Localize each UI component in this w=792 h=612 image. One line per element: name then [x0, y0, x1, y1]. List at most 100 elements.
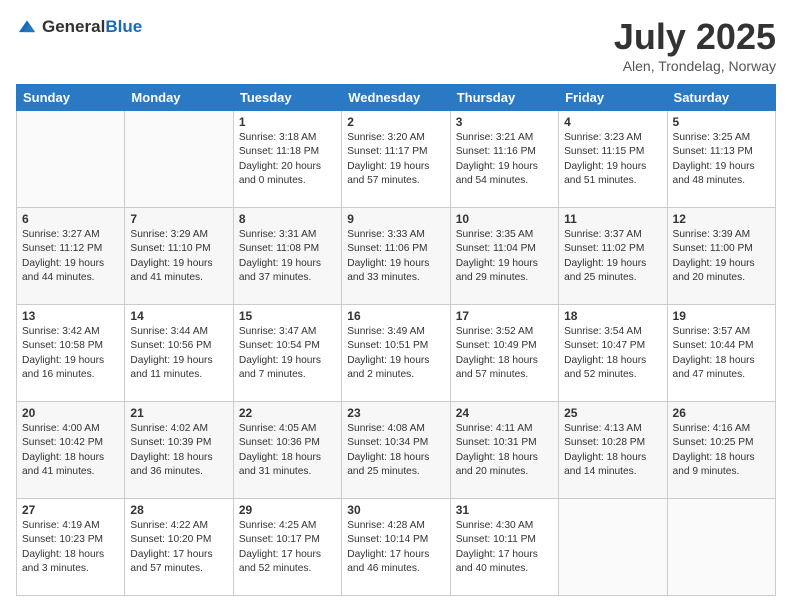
- calendar-header-row: Sunday Monday Tuesday Wednesday Thursday…: [17, 85, 776, 111]
- day-number: 1: [239, 115, 336, 129]
- calendar-cell: 5Sunrise: 3:25 AM Sunset: 11:13 PM Dayli…: [667, 111, 775, 208]
- calendar-week-3: 13 Sunrise: 3:42 AM Sunset: 10:58 PM Dayl…: [17, 305, 776, 402]
- day-number: 31: [456, 503, 553, 517]
- calendar-cell: [559, 499, 667, 596]
- day-info: Sunrise: 3:42 AM Sunset: 10:58 PM Daylig…: [22, 325, 119, 382]
- day-number: 12: [673, 212, 770, 226]
- header: GeneralBlue July 2025 Alen, Trondelag, N…: [16, 16, 776, 74]
- day-info: Sunrise: 4:25 AM Sunset: 10:17 PM Daylig…: [239, 519, 336, 576]
- calendar-cell: [667, 499, 775, 596]
- calendar-cell: 13 Sunrise: 3:42 AM Sunset: 10:58 PM Dayl…: [17, 305, 125, 402]
- day-info: Sunrise: 3:31 AM Sunset: 11:08 PM Daylig…: [239, 228, 336, 285]
- day-number: 18: [564, 309, 661, 323]
- day-info: Sunrise: 4:08 AM Sunset: 10:34 PM Daylig…: [347, 422, 444, 479]
- calendar-cell: 12 Sunrise: 3:39 AM Sunset: 11:00 PM Dayl…: [667, 208, 775, 305]
- calendar-cell: 10Sunrise: 3:35 AM Sunset: 11:04 PM Dayl…: [450, 208, 558, 305]
- calendar-cell: 14 Sunrise: 3:44 AM Sunset: 10:56 PM Dayl…: [125, 305, 233, 402]
- day-info: Sunrise: 4:11 AM Sunset: 10:31 PM Daylig…: [456, 422, 553, 479]
- calendar-week-2: 6 Sunrise: 3:27 AM Sunset: 11:12 PM Dayli…: [17, 208, 776, 305]
- day-info: Sunrise: 3:33 AM Sunset: 11:06 PM Daylig…: [347, 228, 444, 285]
- day-info: Sunrise: 4:22 AM Sunset: 10:20 PM Daylig…: [130, 519, 227, 576]
- day-info: Sunrise: 3:37 AM Sunset: 11:02 PM Daylig…: [564, 228, 661, 285]
- calendar-cell: 11 Sunrise: 3:37 AM Sunset: 11:02 PM Dayl…: [559, 208, 667, 305]
- day-info: Sunrise: 3:47 AM Sunset: 10:54 PM Daylig…: [239, 325, 336, 382]
- logo-general: General: [42, 17, 105, 36]
- calendar-cell: 2 Sunrise: 3:20 AM Sunset: 11:17 PM Dayli…: [342, 111, 450, 208]
- day-number: 3: [456, 115, 553, 129]
- day-number: 11: [564, 212, 661, 226]
- day-number: 23: [347, 406, 444, 420]
- day-number: 17: [456, 309, 553, 323]
- calendar-cell: 1 Sunrise: 3:18 AM Sunset: 11:18 PM Dayli…: [233, 111, 341, 208]
- day-info: Sunrise: 3:21 AM Sunset: 11:16 PM Daylig…: [456, 131, 553, 188]
- day-number: 9: [347, 212, 444, 226]
- day-info: Sunrise: 3:57 AM Sunset: 10:44 PM Daylig…: [673, 325, 770, 382]
- calendar-cell: 24Sunrise: 4:11 AM Sunset: 10:31 PM Dayl…: [450, 402, 558, 499]
- calendar-cell: 25Sunrise: 4:13 AM Sunset: 10:28 PM Dayl…: [559, 402, 667, 499]
- day-info: Sunrise: 3:39 AM Sunset: 11:00 PM Daylig…: [673, 228, 770, 285]
- day-number: 6: [22, 212, 119, 226]
- day-info: Sunrise: 4:19 AM Sunset: 10:23 PM Daylig…: [22, 519, 119, 576]
- calendar-cell: 31 Sunrise: 4:30 AM Sunset: 10:11 PM Dayl…: [450, 499, 558, 596]
- calendar-cell: 9 Sunrise: 3:33 AM Sunset: 11:06 PM Dayli…: [342, 208, 450, 305]
- day-number: 28: [130, 503, 227, 517]
- day-info: Sunrise: 3:27 AM Sunset: 11:12 PM Daylig…: [22, 228, 119, 285]
- col-monday: Monday: [125, 85, 233, 111]
- day-info: Sunrise: 4:30 AM Sunset: 10:11 PM Daylig…: [456, 519, 553, 576]
- calendar-week-4: 20Sunrise: 4:00 AM Sunset: 10:42 PM Dayl…: [17, 402, 776, 499]
- day-info: Sunrise: 3:20 AM Sunset: 11:17 PM Daylig…: [347, 131, 444, 188]
- calendar-cell: 6 Sunrise: 3:27 AM Sunset: 11:12 PM Dayli…: [17, 208, 125, 305]
- day-info: Sunrise: 3:18 AM Sunset: 11:18 PM Daylig…: [239, 131, 336, 188]
- calendar-cell: 8Sunrise: 3:31 AM Sunset: 11:08 PM Dayli…: [233, 208, 341, 305]
- day-number: 7: [130, 212, 227, 226]
- day-number: 26: [673, 406, 770, 420]
- calendar-cell: 30 Sunrise: 4:28 AM Sunset: 10:14 PM Dayl…: [342, 499, 450, 596]
- day-number: 2: [347, 115, 444, 129]
- main-title: July 2025: [614, 16, 776, 58]
- col-wednesday: Wednesday: [342, 85, 450, 111]
- calendar-cell: 21Sunrise: 4:02 AM Sunset: 10:39 PM Dayl…: [125, 402, 233, 499]
- day-info: Sunrise: 3:35 AM Sunset: 11:04 PM Daylig…: [456, 228, 553, 285]
- calendar-cell: 7 Sunrise: 3:29 AM Sunset: 11:10 PM Dayli…: [125, 208, 233, 305]
- calendar-cell: 15Sunrise: 3:47 AM Sunset: 10:54 PM Dayl…: [233, 305, 341, 402]
- day-info: Sunrise: 3:49 AM Sunset: 10:51 PM Daylig…: [347, 325, 444, 382]
- calendar-cell: 23 Sunrise: 4:08 AM Sunset: 10:34 PM Dayl…: [342, 402, 450, 499]
- calendar-week-1: 1 Sunrise: 3:18 AM Sunset: 11:18 PM Dayli…: [17, 111, 776, 208]
- col-saturday: Saturday: [667, 85, 775, 111]
- calendar-cell: 3 Sunrise: 3:21 AM Sunset: 11:16 PM Dayli…: [450, 111, 558, 208]
- day-info: Sunrise: 3:54 AM Sunset: 10:47 PM Daylig…: [564, 325, 661, 382]
- day-info: Sunrise: 3:44 AM Sunset: 10:56 PM Daylig…: [130, 325, 227, 382]
- calendar-cell: [125, 111, 233, 208]
- calendar-cell: 22Sunrise: 4:05 AM Sunset: 10:36 PM Dayl…: [233, 402, 341, 499]
- day-number: 20: [22, 406, 119, 420]
- calendar-cell: 26Sunrise: 4:16 AM Sunset: 10:25 PM Dayl…: [667, 402, 775, 499]
- calendar-week-5: 27Sunrise: 4:19 AM Sunset: 10:23 PM Dayl…: [17, 499, 776, 596]
- day-info: Sunrise: 3:29 AM Sunset: 11:10 PM Daylig…: [130, 228, 227, 285]
- day-number: 13: [22, 309, 119, 323]
- day-number: 4: [564, 115, 661, 129]
- day-info: Sunrise: 4:28 AM Sunset: 10:14 PM Daylig…: [347, 519, 444, 576]
- col-thursday: Thursday: [450, 85, 558, 111]
- col-sunday: Sunday: [17, 85, 125, 111]
- calendar-cell: 18 Sunrise: 3:54 AM Sunset: 10:47 PM Dayl…: [559, 305, 667, 402]
- logo-icon: [16, 16, 38, 38]
- calendar-cell: [17, 111, 125, 208]
- calendar-cell: 20Sunrise: 4:00 AM Sunset: 10:42 PM Dayl…: [17, 402, 125, 499]
- day-number: 14: [130, 309, 227, 323]
- day-number: 5: [673, 115, 770, 129]
- calendar-cell: 27Sunrise: 4:19 AM Sunset: 10:23 PM Dayl…: [17, 499, 125, 596]
- calendar-cell: 17 Sunrise: 3:52 AM Sunset: 10:49 PM Dayl…: [450, 305, 558, 402]
- day-info: Sunrise: 3:52 AM Sunset: 10:49 PM Daylig…: [456, 325, 553, 382]
- logo: GeneralBlue: [16, 16, 142, 38]
- day-info: Sunrise: 3:23 AM Sunset: 11:15 PM Daylig…: [564, 131, 661, 188]
- logo-text: GeneralBlue: [42, 17, 142, 37]
- logo-blue: Blue: [105, 17, 142, 36]
- day-number: 25: [564, 406, 661, 420]
- day-number: 30: [347, 503, 444, 517]
- day-number: 19: [673, 309, 770, 323]
- subtitle: Alen, Trondelag, Norway: [614, 58, 776, 74]
- page: GeneralBlue July 2025 Alen, Trondelag, N…: [0, 0, 792, 612]
- day-number: 29: [239, 503, 336, 517]
- calendar-table: Sunday Monday Tuesday Wednesday Thursday…: [16, 84, 776, 596]
- title-block: July 2025 Alen, Trondelag, Norway: [614, 16, 776, 74]
